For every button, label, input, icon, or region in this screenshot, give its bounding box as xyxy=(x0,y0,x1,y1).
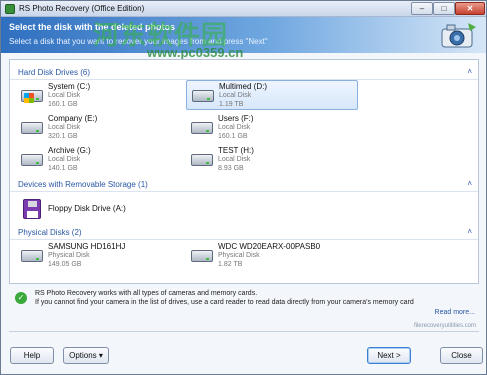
info-panel: ✓ RS Photo Recovery works with all types… xyxy=(9,289,479,323)
app-window: RS Photo Recovery (Office Edition) – □ ✕… xyxy=(0,0,487,375)
section-label: Physical Disks (2) xyxy=(18,228,82,237)
wizard-header: Select the disk with the deleted photos … xyxy=(1,17,486,53)
drive-item-e[interactable]: Company (E:) Local Disk 320.1 GB xyxy=(16,113,188,143)
section-removable-storage[interactable]: Devices with Removable Storage (1) ˄ xyxy=(10,178,478,192)
drive-name: TEST (H:) xyxy=(218,146,254,155)
windows-logo-icon xyxy=(24,93,34,103)
collapse-chevron-icon[interactable]: ˄ xyxy=(467,179,472,188)
checkmark-icon: ✓ xyxy=(15,292,27,304)
camera-logo-icon xyxy=(441,23,476,48)
drive-type: Physical Disk xyxy=(48,252,90,259)
drive-item-d[interactable]: Multimed (D:) Local Disk 1.19 TB xyxy=(186,80,358,110)
drive-size: 160.1 GB xyxy=(48,101,78,108)
help-button[interactable]: Help xyxy=(10,347,54,364)
drive-size: 320.1 GB xyxy=(48,133,78,140)
drive-item-floppy[interactable]: Floppy Disk Drive (A:) xyxy=(16,194,188,224)
hard-drive-icon xyxy=(191,250,213,262)
hard-drive-icon xyxy=(192,90,214,102)
hard-drive-icon xyxy=(191,154,213,166)
drive-size: 8.93 GB xyxy=(218,165,244,172)
drive-size: 140.1 GB xyxy=(48,165,78,172)
app-icon xyxy=(5,4,15,14)
drive-name: System (C:) xyxy=(48,82,91,91)
section-hard-disk-drives[interactable]: Hard Disk Drives (6) ˄ xyxy=(10,66,478,80)
collapse-chevron-icon[interactable]: ˄ xyxy=(467,227,472,236)
physical-disk-item-1[interactable]: SAMSUNG HD161HJ Physical Disk 149.05 GB xyxy=(16,241,188,271)
drive-type: Local Disk xyxy=(48,156,81,163)
drive-size: 160.1 GB xyxy=(218,133,248,140)
hard-drive-icon xyxy=(21,90,43,103)
section-physical-disks[interactable]: Physical Disks (2) ˄ xyxy=(10,226,478,240)
drive-name: WDC WD20EARX-00PASB0 xyxy=(218,242,321,251)
drive-size: 1.19 TB xyxy=(219,101,244,108)
close-window-button[interactable]: ✕ xyxy=(455,2,485,15)
hard-drive-icon xyxy=(21,122,43,134)
drive-size: 149.05 GB xyxy=(48,261,82,268)
section-label: Hard Disk Drives (6) xyxy=(18,68,91,77)
drive-name: Multimed (D:) xyxy=(219,82,268,91)
drive-type: Local Disk xyxy=(218,124,251,131)
hard-drive-icon xyxy=(21,250,43,262)
drive-type: Local Disk xyxy=(219,92,252,99)
drive-item-c[interactable]: System (C:) Local Disk 160.1 GB xyxy=(16,81,188,111)
drive-type: Local Disk xyxy=(48,124,81,131)
drive-type: Physical Disk xyxy=(218,252,260,259)
drive-item-g[interactable]: Archive (G:) Local Disk 140.1 GB xyxy=(16,145,188,175)
info-line-2: If you cannot find your camera in the li… xyxy=(35,299,414,306)
drive-name: Users (F:) xyxy=(218,114,254,123)
drive-name: SAMSUNG HD161HJ xyxy=(48,242,126,251)
disk-list-panel: Hard Disk Drives (6) ˄ System (C:) Local… xyxy=(9,59,479,284)
drive-name: Archive (G:) xyxy=(48,146,91,155)
close-button[interactable]: Close xyxy=(440,347,483,364)
drive-item-f[interactable]: Users (F:) Local Disk 160.1 GB xyxy=(186,113,358,143)
drive-size: 1.82 TB xyxy=(218,261,243,268)
collapse-chevron-icon[interactable]: ˄ xyxy=(467,67,472,76)
hard-drive-icon xyxy=(191,122,213,134)
maximize-button[interactable]: □ xyxy=(433,2,455,15)
next-button[interactable]: Next > xyxy=(367,347,411,364)
drive-type: Local Disk xyxy=(48,92,81,99)
footer-divider xyxy=(9,331,479,332)
drive-item-h[interactable]: TEST (H:) Local Disk 8.93 GB xyxy=(186,145,358,175)
title-bar[interactable]: RS Photo Recovery (Office Edition) – □ ✕ xyxy=(1,1,486,17)
hard-drive-icon xyxy=(21,154,43,166)
options-button[interactable]: Options ▾ xyxy=(63,347,109,364)
window-title: RS Photo Recovery (Office Edition) xyxy=(19,4,145,13)
info-line-1: RS Photo Recovery works with all types o… xyxy=(35,290,258,297)
section-label: Devices with Removable Storage (1) xyxy=(18,180,148,189)
physical-disk-item-2[interactable]: WDC WD20EARX-00PASB0 Physical Disk 1.82 … xyxy=(186,241,358,271)
drive-name: Floppy Disk Drive (A:) xyxy=(48,204,126,213)
floppy-disk-icon xyxy=(23,199,41,219)
minimize-button[interactable]: – xyxy=(411,2,433,15)
drive-type: Local Disk xyxy=(218,156,251,163)
drive-name: Company (E:) xyxy=(48,114,98,123)
read-more-link[interactable]: Read more... xyxy=(435,309,475,316)
watermark-site: www.pc0359.cn xyxy=(147,45,244,60)
footer-site-label: filerecoveryutilities.com xyxy=(413,323,476,329)
